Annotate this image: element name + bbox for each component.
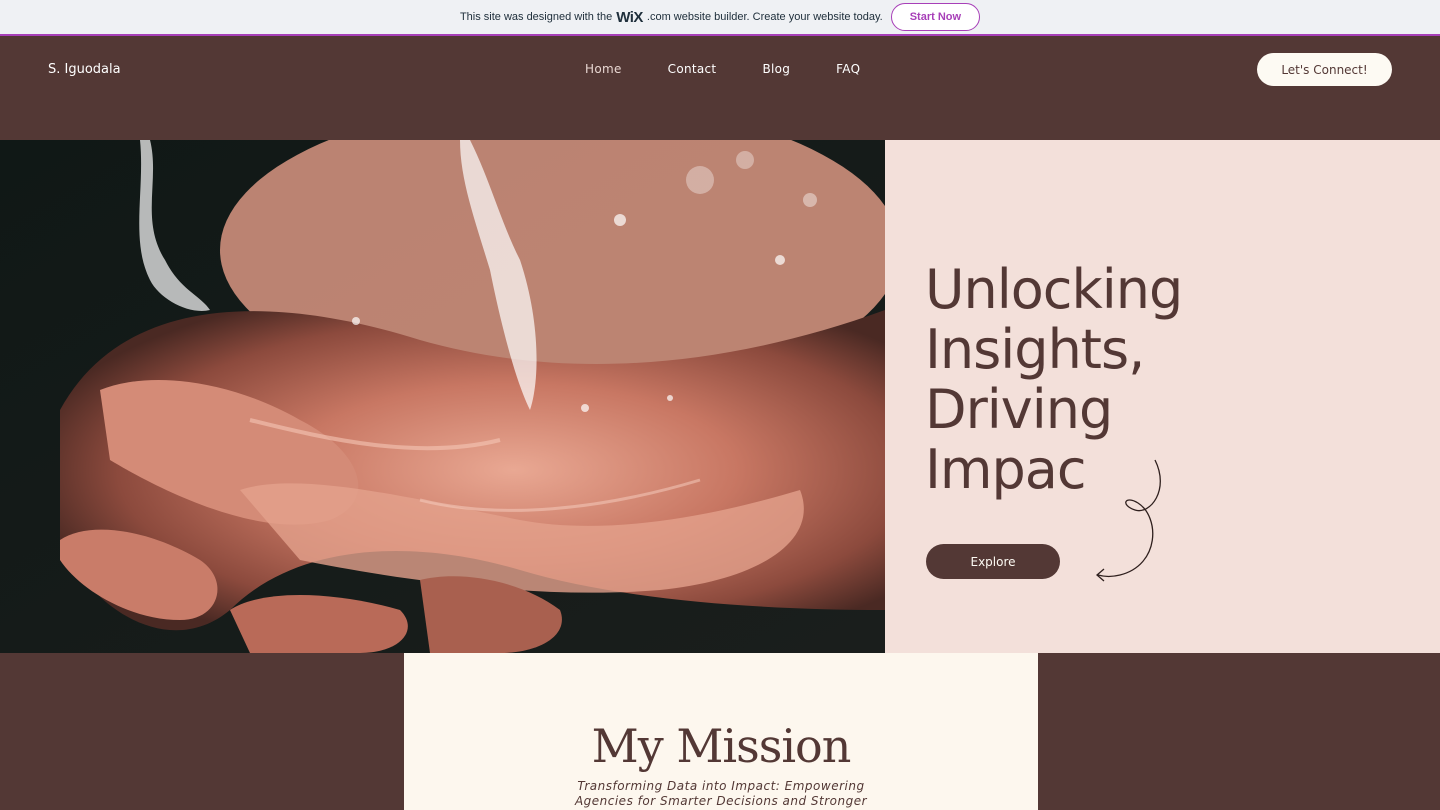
lets-connect-button[interactable]: Let's Connect! <box>1257 53 1392 86</box>
main-nav: Home Contact Blog FAQ <box>585 62 906 76</box>
mission-title: My Mission <box>591 719 852 773</box>
nav-item-home[interactable]: Home <box>585 62 622 76</box>
wix-logo: WiX <box>616 8 643 26</box>
start-now-button[interactable]: Start Now <box>890 3 981 31</box>
mission-section: My Mission Transforming Data into Impact… <box>404 653 1038 810</box>
site-header: S. Iguodala Home Contact Blog FAQ Let's … <box>0 38 1440 140</box>
nav-item-faq[interactable]: FAQ <box>836 62 860 76</box>
hero-panel: Unlocking Insights, Driving Impac Explor… <box>885 140 1440 653</box>
wix-banner: This site was designed with the WiX .com… <box>0 0 1440 36</box>
wix-banner-text-after: .com website builder. Create your websit… <box>646 11 883 23</box>
hero-image <box>0 140 885 653</box>
decorative-arrow-icon <box>1096 459 1161 582</box>
site-brand[interactable]: S. Iguodala <box>48 62 121 77</box>
wix-banner-text: This site was designed with the <box>459 11 613 23</box>
nav-item-contact[interactable]: Contact <box>668 62 717 76</box>
explore-button[interactable]: Explore <box>926 544 1060 579</box>
nav-item-blog[interactable]: Blog <box>762 62 790 76</box>
hands-water-illustration <box>0 140 885 653</box>
mission-subtitle: Transforming Data into Impact: Empowerin… <box>574 779 868 808</box>
hero-title: Unlocking Insights, Driving Impac <box>925 258 1183 501</box>
